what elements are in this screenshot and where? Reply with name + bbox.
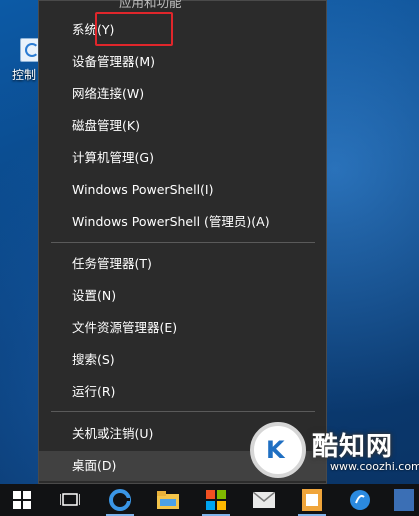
menu-item-powershell-admin[interactable]: Windows PowerShell (管理员)(A) <box>39 207 326 237</box>
taskbar-store[interactable] <box>196 484 236 516</box>
highlight-annotation-box <box>95 12 173 46</box>
taskbar-app-overflow[interactable] <box>388 484 419 516</box>
taskbar-edge[interactable] <box>100 484 140 516</box>
menu-item-run[interactable]: 运行(R) <box>39 377 326 407</box>
menu-item-disk-management[interactable]: 磁盘管理(K) <box>39 111 326 141</box>
watermark-logo: K 酷知网 www.coozhi.com <box>232 414 419 486</box>
mail-icon <box>253 492 275 508</box>
menu-separator <box>51 411 315 412</box>
watermark-url: www.coozhi.com <box>330 460 419 473</box>
document-app-icon <box>302 489 322 511</box>
menu-item-search[interactable]: 搜索(S) <box>39 345 326 375</box>
menu-item-powershell[interactable]: Windows PowerShell(I) <box>39 175 326 205</box>
menu-item-computer-management[interactable]: 计算机管理(G) <box>39 143 326 173</box>
menu-item-device-manager[interactable]: 设备管理器(M) <box>39 47 326 77</box>
menu-item-system[interactable]: 系统(Y) <box>39 15 326 45</box>
watermark-name: 酷知网 <box>312 432 394 462</box>
windows-logo-icon <box>13 491 31 509</box>
menu-item-settings[interactable]: 设置(N) <box>39 281 326 311</box>
task-view-icon <box>60 493 80 506</box>
taskbar-app-blue[interactable] <box>340 484 380 516</box>
watermark-k-glyph: K <box>266 436 285 464</box>
app-icon-partial <box>393 489 414 511</box>
desktop-icon-label: 控制 <box>12 68 37 82</box>
store-icon <box>206 490 226 510</box>
menu-separator <box>51 242 315 243</box>
task-view-button[interactable] <box>50 484 90 516</box>
menu-item-apps-partial[interactable]: 应用和功能 <box>119 0 182 11</box>
menu-item-network-connections[interactable]: 网络连接(W) <box>39 79 326 109</box>
taskbar-app[interactable] <box>292 484 332 516</box>
menu-item-task-manager[interactable]: 任务管理器(T) <box>39 249 326 279</box>
edge-browser-icon <box>109 489 131 511</box>
start-button[interactable] <box>2 484 42 516</box>
menu-item-file-explorer[interactable]: 文件资源管理器(E) <box>39 313 326 343</box>
taskbar-file-explorer[interactable] <box>148 484 188 516</box>
folder-icon <box>157 491 179 509</box>
taskbar-mail[interactable] <box>244 484 284 516</box>
winx-context-menu: 应用和功能 系统(Y) 设备管理器(M) 网络连接(W) 磁盘管理(K) 计算机… <box>38 0 327 484</box>
taskbar <box>0 484 419 516</box>
blue-app-icon <box>350 490 370 510</box>
watermark-circle-icon: K <box>250 422 306 478</box>
